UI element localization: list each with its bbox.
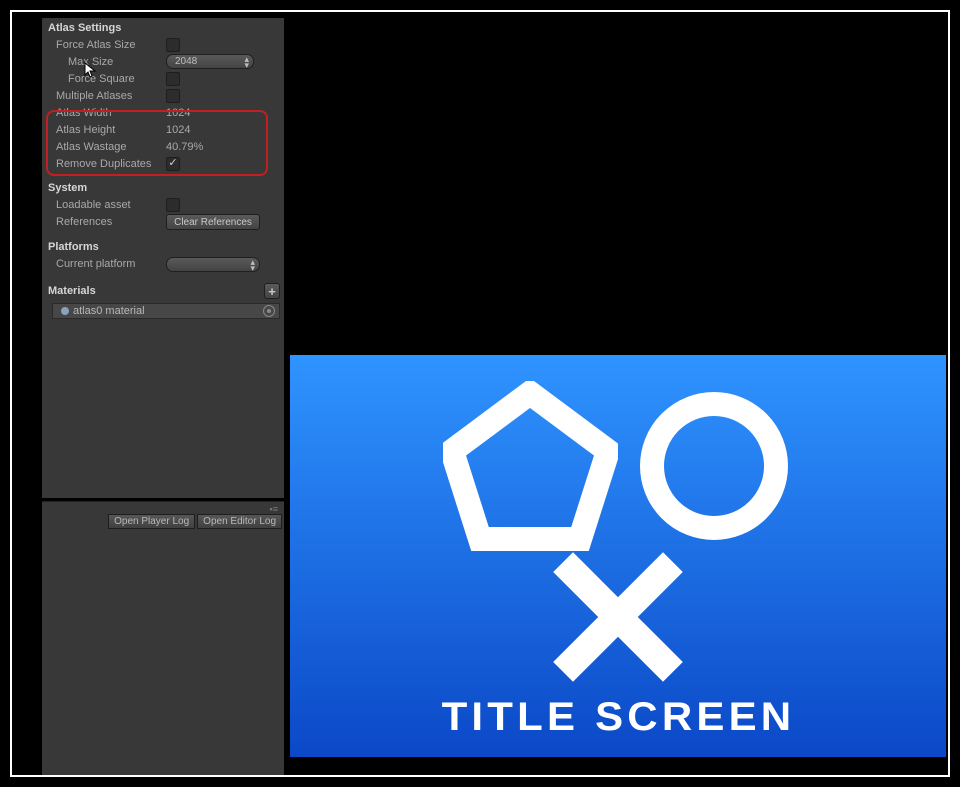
section-materials: Materials + bbox=[42, 279, 284, 301]
dropdown-max-size[interactable]: 2048 ▴▾ bbox=[166, 54, 254, 69]
section-system: System bbox=[42, 178, 284, 196]
checkbox-remove-duplicates[interactable]: ✓ bbox=[166, 157, 180, 171]
app-frame: Atlas Settings Force Atlas Size Max Size… bbox=[10, 10, 950, 777]
row-atlas-wastage: Atlas Wastage 40.79% bbox=[42, 138, 284, 155]
button-clear-references[interactable]: Clear References bbox=[166, 214, 260, 230]
material-icon bbox=[61, 307, 69, 315]
value-atlas-height: 1024 bbox=[166, 124, 190, 136]
label-loadable-asset: Loadable asset bbox=[56, 199, 166, 211]
row-max-size: Max Size 2048 ▴▾ bbox=[42, 53, 284, 70]
row-force-square: Force Square bbox=[42, 70, 284, 87]
panel-menu-icon[interactable]: ▪≡ bbox=[270, 504, 278, 514]
value-atlas-width: 1024 bbox=[166, 107, 190, 119]
row-references: References Clear References bbox=[42, 213, 284, 231]
label-references: References bbox=[56, 216, 166, 228]
title-text: TITLE SCREEN bbox=[441, 695, 795, 740]
material-item[interactable]: atlas0 material bbox=[52, 303, 280, 319]
label-materials: Materials bbox=[48, 285, 96, 297]
label-atlas-width: Atlas Width bbox=[56, 107, 166, 119]
label-remove-duplicates: Remove Duplicates bbox=[56, 158, 166, 170]
value-atlas-wastage: 40.79% bbox=[166, 141, 203, 153]
row-loadable-asset: Loadable asset bbox=[42, 196, 284, 213]
checkbox-loadable-asset[interactable] bbox=[166, 198, 180, 212]
row-current-platform: Current platform ▴▾ bbox=[42, 255, 284, 273]
label-force-square: Force Square bbox=[68, 73, 166, 85]
material-name: atlas0 material bbox=[73, 305, 145, 317]
console-panel bbox=[42, 529, 284, 775]
checkbox-multiple-atlases[interactable] bbox=[166, 89, 180, 103]
console-toolbar: ▪≡ Open Player Log Open Editor Log bbox=[42, 501, 284, 529]
circle-icon bbox=[634, 386, 794, 546]
title-screen: TITLE SCREEN bbox=[290, 355, 946, 757]
dropdown-arrows-icon: ▴▾ bbox=[244, 56, 249, 68]
pentagon-icon bbox=[443, 381, 618, 551]
inspector-panel: Atlas Settings Force Atlas Size Max Size… bbox=[42, 18, 284, 498]
label-max-size: Max Size bbox=[68, 56, 166, 68]
checkbox-force-square[interactable] bbox=[166, 72, 180, 86]
section-platforms: Platforms bbox=[42, 237, 284, 255]
logo-shapes bbox=[443, 381, 794, 551]
dropdown-max-size-value: 2048 bbox=[175, 56, 197, 67]
button-open-player-log[interactable]: Open Player Log bbox=[108, 514, 195, 529]
label-force-atlas-size: Force Atlas Size bbox=[56, 39, 166, 51]
row-atlas-height: Atlas Height 1024 bbox=[42, 121, 284, 138]
button-add-material[interactable]: + bbox=[264, 283, 280, 299]
row-atlas-width: Atlas Width 1024 bbox=[42, 104, 284, 121]
section-atlas-settings: Atlas Settings bbox=[42, 18, 284, 36]
row-remove-duplicates: Remove Duplicates ✓ bbox=[42, 155, 284, 172]
cross-icon bbox=[548, 547, 688, 687]
object-picker-icon[interactable] bbox=[263, 305, 275, 317]
label-multiple-atlases: Multiple Atlases bbox=[56, 90, 166, 102]
label-current-platform: Current platform bbox=[56, 258, 166, 270]
checkbox-force-atlas-size[interactable] bbox=[166, 38, 180, 52]
button-open-editor-log[interactable]: Open Editor Log bbox=[197, 514, 282, 529]
label-atlas-height: Atlas Height bbox=[56, 124, 166, 136]
checkmark-icon: ✓ bbox=[168, 158, 177, 169]
row-multiple-atlases: Multiple Atlases bbox=[42, 87, 284, 104]
dropdown-current-platform[interactable]: ▴▾ bbox=[166, 257, 260, 272]
dropdown-arrows-icon: ▴▾ bbox=[250, 259, 255, 271]
game-view: TITLE SCREEN bbox=[290, 18, 946, 775]
row-force-atlas-size: Force Atlas Size bbox=[42, 36, 284, 53]
label-atlas-wastage: Atlas Wastage bbox=[56, 141, 166, 153]
